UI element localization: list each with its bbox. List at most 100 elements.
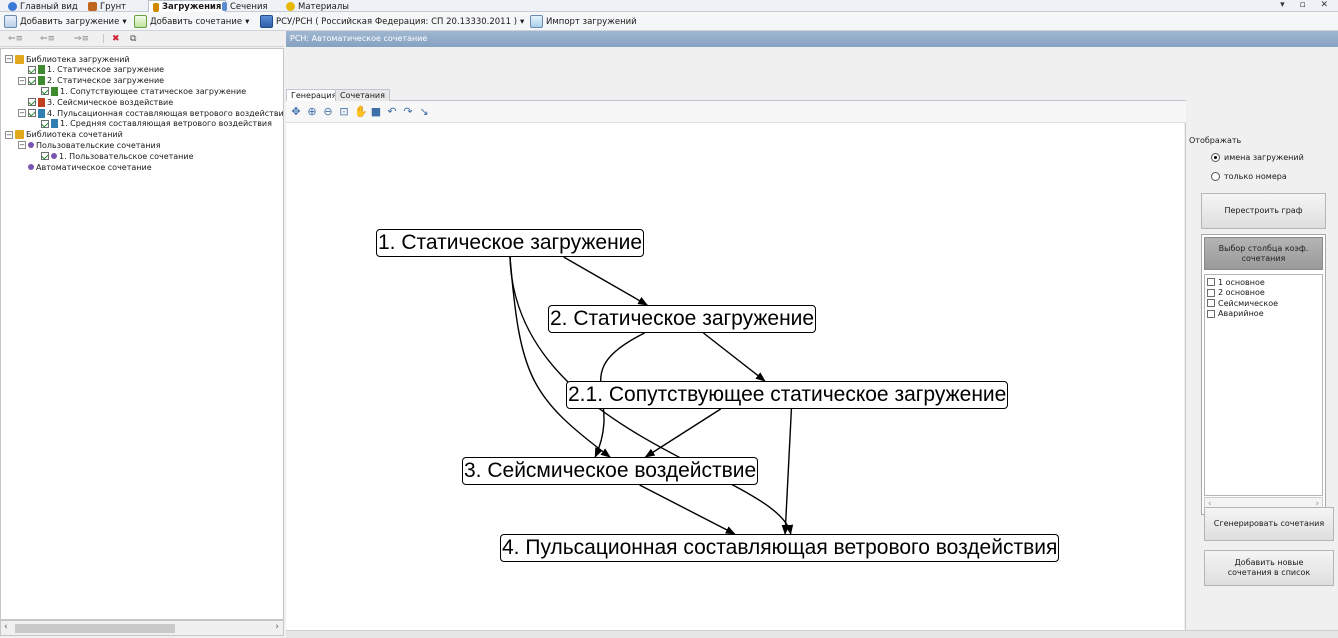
graph-node-wind-pulsation[interactable]: 4. Пульсационная составляющая ветрового … [500, 534, 1060, 562]
display-label: Отображать [1189, 136, 1242, 145]
tree-checkbox[interactable] [41, 87, 49, 96]
tree-node-label: 1. Статическое загружение [47, 65, 165, 75]
graph-canvas[interactable]: 1. Статическое загружение 2. Статическое… [286, 123, 1184, 630]
scroll-left-icon[interactable]: ‹ [4, 622, 8, 632]
tree-toggle-icon[interactable]: − [5, 55, 13, 63]
tree-toolbar: ⇐≡ ⇐≡ ⇒≡ | ✖ ⧉ [0, 31, 284, 47]
tree-node-label: 1. Сопутствующее статическое загружение [60, 86, 247, 96]
generation-tabs: Генерация Сочетания [286, 89, 1186, 101]
tab-combinations[interactable]: Сочетания [335, 89, 390, 101]
tab-main-view[interactable]: Главный вид [4, 1, 82, 12]
static-load-icon [51, 86, 58, 96]
tree-toggle-icon[interactable]: − [5, 130, 13, 139]
scroll-right-icon[interactable]: › [275, 622, 279, 632]
tree-toggle-icon[interactable]: − [18, 76, 26, 85]
loads-icon [153, 2, 159, 12]
pan-icon[interactable]: ✥ [290, 106, 302, 118]
tree-toggle-icon[interactable]: − [18, 141, 26, 150]
copy-icon[interactable]: ⧉ [130, 34, 136, 44]
tree-toggle-icon[interactable]: − [18, 109, 26, 117]
tree-node-label: Пользовательские сочетания [36, 140, 161, 150]
radio-load-names[interactable] [1211, 153, 1220, 162]
graph-node-static-load-1[interactable]: 1. Статическое загружение [376, 229, 645, 257]
coefficient-column-item[interactable]: 1 основное [1207, 277, 1265, 287]
tab-main-view-label: Главный вид [20, 1, 78, 12]
add-combinations-button[interactable]: Добавить новые сочетания в список [1204, 550, 1334, 586]
graph-toolbar: ✥ ⊕ ⊖ ⊡ ✋ ■ ↶ ↷ ↘ [286, 101, 1186, 123]
graph-node-static-load-2[interactable]: 2. Статическое загружение [548, 305, 817, 333]
tree-node[interactable]: − 4. Пульсационная составляющая ветрового… [18, 108, 283, 118]
column-checkbox[interactable] [1207, 299, 1215, 307]
combination-icon [51, 153, 57, 160]
separator-icon: | [102, 34, 106, 44]
tree-checkbox[interactable] [28, 98, 36, 107]
tab-generation[interactable]: Генерация [286, 89, 342, 101]
radio-numbers-only-label: только номера [1224, 172, 1287, 181]
column-checkbox[interactable] [1207, 278, 1215, 286]
tab-materials[interactable]: Материалы [282, 1, 353, 12]
add-load-label: Добавить загружение [20, 16, 120, 27]
materials-icon [286, 2, 295, 11]
tree-node[interactable]: 1. Сопутствующее статическое загружение [31, 86, 246, 96]
tree-checkbox[interactable] [28, 76, 36, 85]
zoom-fit-icon[interactable]: ⊡ [338, 106, 350, 118]
hand-icon[interactable]: ✋ [354, 106, 368, 118]
column-checkbox[interactable] [1207, 309, 1215, 318]
chevron-down-icon: ▾ [122, 16, 127, 27]
tree-node-label: Автоматическое сочетание [36, 162, 152, 172]
undo-icon[interactable]: ↶ [386, 106, 398, 118]
column-label: 1 основное [1218, 277, 1265, 287]
zoom-out-icon[interactable]: ⊖ [322, 106, 334, 118]
tree-node[interactable]: − Библиотека сочетаний [5, 130, 123, 140]
tree-node[interactable]: Автоматическое сочетание [18, 162, 152, 172]
zoom-in-icon[interactable]: ⊕ [306, 106, 318, 118]
home-icon [8, 2, 17, 11]
redo-icon[interactable]: ↷ [402, 106, 414, 118]
add-combination-button[interactable]: Добавить сочетание ▾ [134, 14, 249, 29]
soil-icon [88, 2, 97, 11]
tree-checkbox[interactable] [41, 152, 49, 161]
graph-edge [644, 408, 722, 458]
column-checkbox[interactable] [1207, 288, 1215, 297]
tree-checkbox[interactable] [41, 119, 49, 128]
tree-node[interactable]: 1. Средняя составляющая ветрового воздей… [31, 119, 272, 129]
tree-node[interactable]: − 2. Статическое загружение [18, 76, 164, 86]
graph-edge [781, 408, 793, 535]
combination-icon [28, 164, 34, 170]
move-down-icon[interactable]: ⇐≡ [40, 34, 55, 44]
generate-combinations-button[interactable]: Сгенерировать сочетания [1204, 507, 1334, 541]
tree-checkbox[interactable] [28, 65, 36, 74]
add-combination-label: Добавить сочетание [150, 16, 243, 27]
tree-checkbox[interactable] [28, 109, 36, 117]
add-combination-icon [134, 15, 147, 28]
delete-icon[interactable]: ✖ [112, 34, 120, 44]
static-load-icon [38, 76, 45, 86]
coefficient-column-item[interactable]: Сейсмическое [1207, 298, 1278, 308]
tree-node[interactable]: − Пользовательские сочетания [18, 140, 161, 150]
tree-node-label: 3. Сейсмическое воздействие [47, 97, 174, 107]
tree-horizontal-scrollbar[interactable]: ‹ › [0, 620, 284, 636]
move-up-icon[interactable]: ⇐≡ [8, 34, 23, 44]
coefficient-column-item[interactable]: Аварийное [1207, 309, 1264, 319]
tab-soil[interactable]: Грунт [84, 1, 130, 12]
tree-node[interactable]: 1. Статическое загружение [18, 65, 164, 75]
pointer-icon[interactable]: ↘ [418, 106, 430, 118]
coefficient-column-item[interactable]: 2 основное [1207, 288, 1265, 298]
tab-sections[interactable]: Сечения [218, 1, 272, 12]
scrollbar-thumb[interactable] [15, 624, 175, 633]
add-load-button[interactable]: Добавить загружение ▾ [4, 14, 127, 29]
tree-node[interactable]: 3. Сейсмическое воздействие [18, 97, 173, 107]
radio-numbers-only[interactable] [1211, 172, 1220, 181]
import-loads-button[interactable]: Импорт загружений [530, 14, 637, 29]
indent-icon[interactable]: ⇒≡ [74, 34, 89, 44]
graph-edge [703, 332, 766, 382]
graph-node-accompanying-load[interactable]: 2.1. Сопутствующее статическое загружени… [566, 381, 1009, 409]
chevron-down-icon: ▾ [245, 16, 250, 27]
tree-node[interactable]: 1. Пользовательское сочетание [31, 151, 194, 161]
rebuild-graph-button[interactable]: Перестроить граф [1201, 193, 1326, 229]
window-controls[interactable]: ▾ ▫ ✕ [1280, 0, 1334, 10]
save-icon[interactable]: ■ [370, 106, 382, 118]
norm-selector[interactable]: РСУ/РСН ( Российская Федерация: СП 20.13… [260, 14, 524, 29]
tree-node[interactable]: − Библиотека загружений [5, 54, 130, 64]
graph-node-seismic[interactable]: 3. Сейсмическое воздействие [462, 457, 759, 485]
